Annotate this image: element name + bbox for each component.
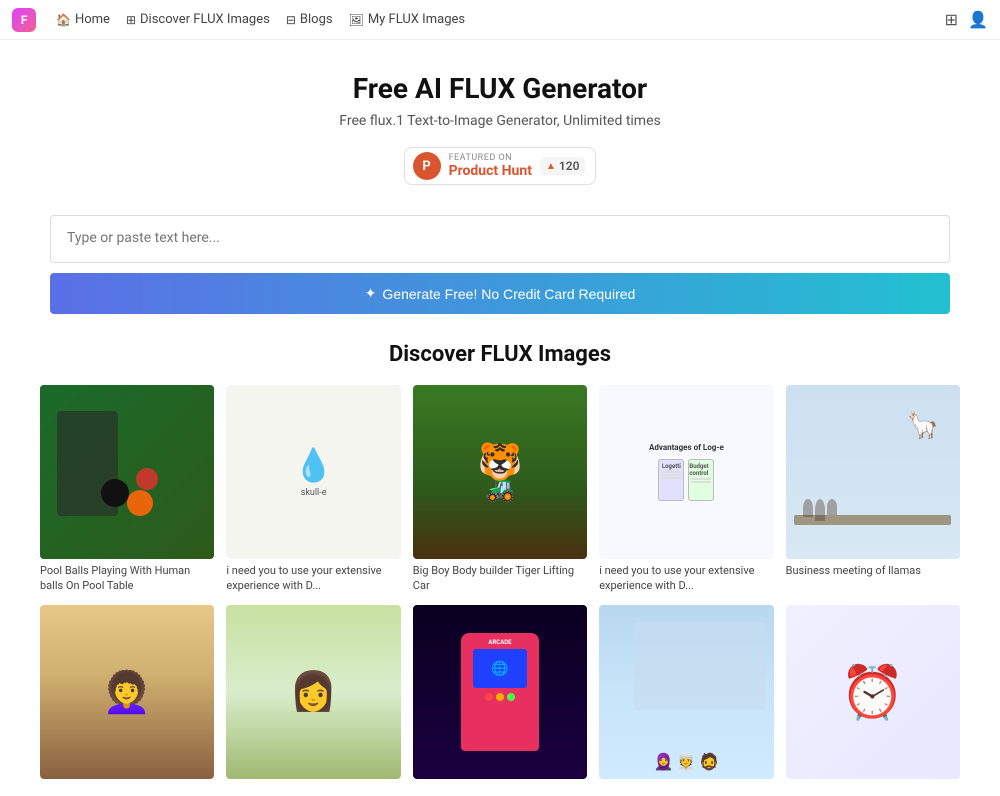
ph-name: Product Hunt	[449, 163, 532, 179]
image-clock: ⏰	[786, 605, 960, 779]
ph-upvote-arrow: ▲	[546, 161, 556, 172]
nav-discover[interactable]: ⊞ Discover FLUX Images	[126, 12, 270, 27]
ball-orange	[127, 490, 153, 516]
hero-section: Free AI FLUX Generator Free flux.1 Text-…	[0, 40, 1000, 205]
billiards-visual	[40, 385, 214, 559]
image-arcade: ARCADE 🌐	[413, 605, 587, 779]
image-card-arcade[interactable]: ARCADE 🌐	[413, 605, 587, 784]
nav-my-images[interactable]: 🖼 My FLUX Images	[349, 12, 466, 27]
generate-label: Generate Free! No Credit Card Required	[382, 286, 635, 302]
ph-featured-label: FEATURED ON	[449, 153, 513, 163]
image-logoe: Advantages of Log-e Logetti Budget contr…	[599, 385, 773, 559]
ball-red	[136, 468, 158, 490]
image-grid-row1: Pool Balls Playing With Human balls On P…	[40, 385, 960, 593]
droplet-caption: i need you to use your extensive experie…	[226, 564, 400, 593]
blog-icon: ⊟	[286, 13, 296, 27]
image-droplet: 💧 skull-e	[226, 385, 400, 559]
grid-icon: ⊞	[126, 13, 136, 27]
navigation: F 🏠 Home ⊞ Discover FLUX Images ⊟ Blogs …	[0, 0, 1000, 40]
product-hunt-badge[interactable]: P FEATURED ON Product Hunt ▲ 120	[404, 147, 597, 185]
logoe-visual: Advantages of Log-e Logetti Budget contr…	[599, 385, 773, 559]
tiger-caption: Big Boy Body builder Tiger Lifting Car	[413, 564, 587, 593]
ball-8	[101, 479, 129, 507]
home-icon: 🏠	[56, 13, 71, 27]
generate-button[interactable]: ✦ Generate Free! No Credit Card Required	[50, 273, 950, 314]
nav-right: ⊞ 👤	[945, 10, 988, 29]
nav-home[interactable]: 🏠 Home	[56, 12, 110, 27]
ph-text-block: FEATURED ON Product Hunt	[449, 153, 532, 179]
ph-upvote-count: 120	[559, 159, 580, 173]
image-card-droplet[interactable]: 💧 skull-e i need you to use your extensi…	[226, 385, 400, 593]
discover-title: Discover FLUX Images	[40, 342, 960, 367]
image-card-logoe[interactable]: Advantages of Log-e Logetti Budget contr…	[599, 385, 773, 593]
logo[interactable]: F	[12, 8, 36, 32]
image-card-billiards[interactable]: Pool Balls Playing With Human balls On P…	[40, 385, 214, 593]
sparkle-icon: ✦	[365, 285, 377, 302]
image-card-clock[interactable]: ⏰	[786, 605, 960, 784]
hero-title: Free AI FLUX Generator	[20, 72, 980, 105]
image-billiards	[40, 385, 214, 559]
image-icon: 🖼	[349, 13, 364, 27]
ph-upvote-badge: ▲ 120	[540, 157, 585, 175]
prompt-input[interactable]	[50, 215, 950, 263]
image-card-tiger[interactable]: 🐯 🚜 Big Boy Body builder Tiger Lifting C…	[413, 385, 587, 593]
image-grid-row2: 👩‍🦱 👩 ARCADE 🌐	[40, 605, 960, 784]
user-icon[interactable]: 👤	[968, 10, 988, 29]
image-anime1: 👩‍🦱	[40, 605, 214, 779]
image-card-meeting[interactable]: 🧕 👳 🧔	[599, 605, 773, 784]
image-card-llama[interactable]: 🦙 Business meeting of llamas	[786, 385, 960, 593]
llama-caption: Business meeting of llamas	[786, 564, 960, 578]
image-card-anime2[interactable]: 👩	[226, 605, 400, 784]
image-llama: 🦙	[786, 385, 960, 559]
billiards-caption: Pool Balls Playing With Human balls On P…	[40, 564, 214, 593]
gallery-icon[interactable]: ⊞	[945, 10, 958, 29]
discover-section: Discover FLUX Images Pool Balls Playing …	[20, 342, 980, 784]
image-meeting: 🧕 👳 🧔	[599, 605, 773, 779]
input-section: ✦ Generate Free! No Credit Card Required	[30, 215, 970, 314]
image-card-anime1[interactable]: 👩‍🦱	[40, 605, 214, 784]
nav-blogs[interactable]: ⊟ Blogs	[286, 12, 333, 27]
hero-subtitle: Free flux.1 Text-to-Image Generator, Unl…	[20, 113, 980, 129]
logoe-caption: i need you to use your extensive experie…	[599, 564, 773, 593]
nav-items: 🏠 Home ⊞ Discover FLUX Images ⊟ Blogs 🖼 …	[56, 12, 465, 27]
ph-logo: P	[413, 152, 441, 180]
image-tiger: 🐯 🚜	[413, 385, 587, 559]
image-anime2: 👩	[226, 605, 400, 779]
